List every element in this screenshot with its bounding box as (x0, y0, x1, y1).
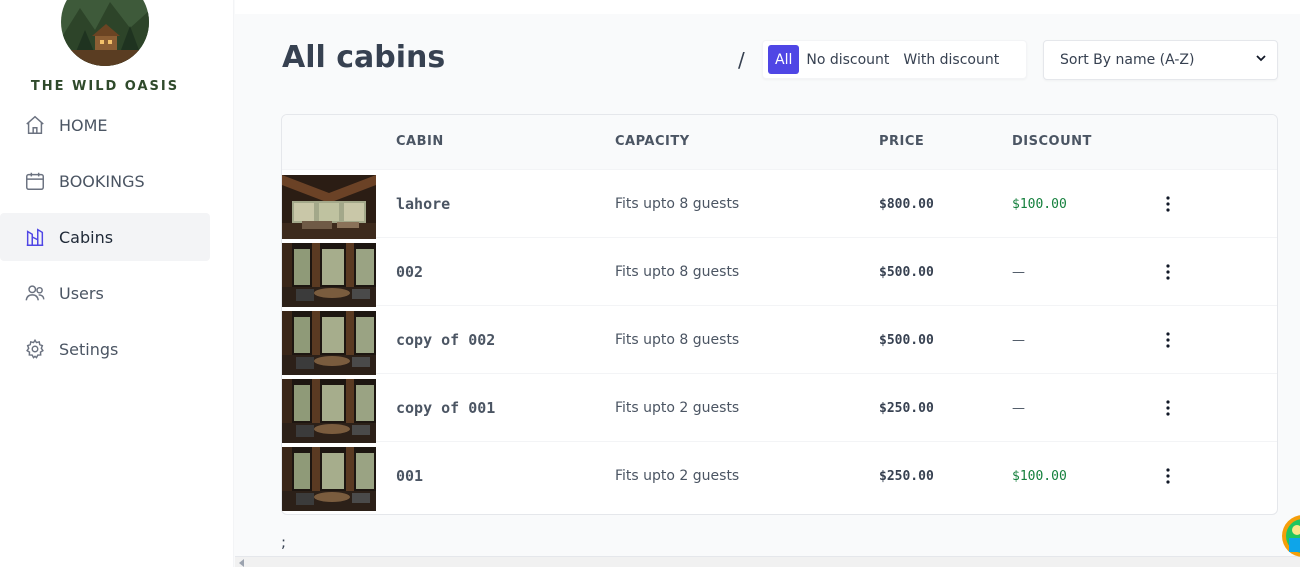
cabin-image (282, 243, 376, 307)
cabin-discount: $100.00 (1012, 468, 1067, 484)
cabin-name: lahore (396, 195, 451, 213)
users-icon (23, 281, 47, 305)
cabin-image (282, 311, 376, 375)
cabin-price: $800.00 (879, 196, 934, 212)
table-row: 001 Fits upto 2 guests $250.00 $100.00 (282, 442, 1277, 511)
home-icon (23, 113, 47, 137)
cabin-discount: — (1012, 264, 1025, 280)
column-header-price: PRICE (879, 134, 925, 149)
sidebar-item-cabins[interactable]: Cabins (0, 213, 210, 261)
floating-badge-icon[interactable] (1281, 514, 1300, 558)
scroll-left-icon[interactable] (239, 559, 244, 567)
cabin-name: copy of 002 (396, 331, 496, 349)
separator: / (738, 48, 745, 72)
cabin-image (282, 175, 376, 239)
sidebar-item-bookings[interactable]: BOOKINGS (0, 157, 210, 205)
sidebar-item-label: Users (59, 283, 104, 303)
cabin-capacity: Fits upto 8 guests (615, 196, 740, 212)
sidebar-item-label: BOOKINGS (59, 171, 145, 191)
filter-no-discount-button[interactable]: No discount (799, 45, 896, 74)
more-vertical-icon[interactable] (1158, 442, 1178, 510)
sidebar-item-label: Cabins (59, 227, 114, 247)
table-row: copy of 002 Fits upto 8 guests $500.00 — (282, 306, 1277, 375)
table-row: lahore Fits upto 8 guests $800.00 $100.0… (282, 170, 1277, 239)
sidebar-item-settings[interactable]: Setings (0, 325, 210, 373)
footer-text: ; (281, 533, 287, 551)
cabin-discount: — (1012, 400, 1025, 416)
table-row: copy of 001 Fits upto 2 guests $250.00 — (282, 374, 1277, 443)
sort-select-value: Sort By name (A-Z) (1060, 52, 1195, 68)
sidebar-item-label: HOME (59, 115, 108, 135)
cabin-image (282, 379, 376, 443)
cabin-discount: $100.00 (1012, 196, 1067, 212)
column-header-capacity: CAPACITY (615, 134, 690, 149)
calendar-icon (23, 169, 47, 193)
cabin-capacity: Fits upto 2 guests (615, 400, 740, 416)
cabins-icon (23, 225, 47, 249)
filter-all-button[interactable]: All (768, 45, 800, 74)
cabin-price: $250.00 (879, 468, 934, 484)
cabin-capacity: Fits upto 2 guests (615, 468, 740, 484)
more-vertical-icon[interactable] (1158, 374, 1178, 442)
cabin-name: 001 (396, 467, 424, 485)
sidebar-item-label: Setings (59, 339, 119, 359)
column-header-cabin: CABIN (396, 134, 444, 149)
cabin-price: $250.00 (879, 400, 934, 416)
logo (60, 0, 150, 66)
more-vertical-icon[interactable] (1158, 238, 1178, 306)
cabin-capacity: Fits upto 8 guests (615, 264, 740, 280)
table-row: 002 Fits upto 8 guests $500.00 — (282, 238, 1277, 307)
column-header-discount: DISCOUNT (1012, 134, 1092, 149)
brand-name: THE WILD OASIS (30, 79, 180, 94)
cabin-capacity: Fits upto 8 guests (615, 332, 740, 348)
sidebar-item-home[interactable]: HOME (0, 101, 210, 149)
chevron-down-icon (1255, 52, 1267, 68)
cabin-discount: — (1012, 332, 1025, 348)
gear-icon (23, 337, 47, 361)
more-vertical-icon[interactable] (1158, 306, 1178, 374)
cabin-name: 002 (396, 263, 424, 281)
sidebar-item-users[interactable]: Users (0, 269, 210, 317)
table-header: CABIN CAPACITY PRICE DISCOUNT (282, 115, 1277, 170)
sidebar: THE WILD OASIS HOME BOOKINGS Cabins User… (0, 0, 234, 567)
cabin-price: $500.00 (879, 332, 934, 348)
discount-filter: All No discount With discount (762, 40, 1027, 79)
cabin-image (282, 447, 376, 511)
sort-select[interactable]: Sort By name (A-Z) (1043, 40, 1278, 80)
page-title: All cabins (282, 40, 446, 75)
cabins-table: CABIN CAPACITY PRICE DISCOUNT lahore Fit… (281, 114, 1278, 515)
sidebar-nav: HOME BOOKINGS Cabins Users Setings (0, 101, 210, 381)
cabin-name: copy of 001 (396, 399, 496, 417)
header-bar (235, 0, 1300, 14)
cabin-price: $500.00 (879, 264, 934, 280)
more-vertical-icon[interactable] (1158, 170, 1178, 238)
horizontal-scrollbar[interactable] (235, 556, 1300, 567)
filter-with-discount-button[interactable]: With discount (896, 45, 1006, 74)
